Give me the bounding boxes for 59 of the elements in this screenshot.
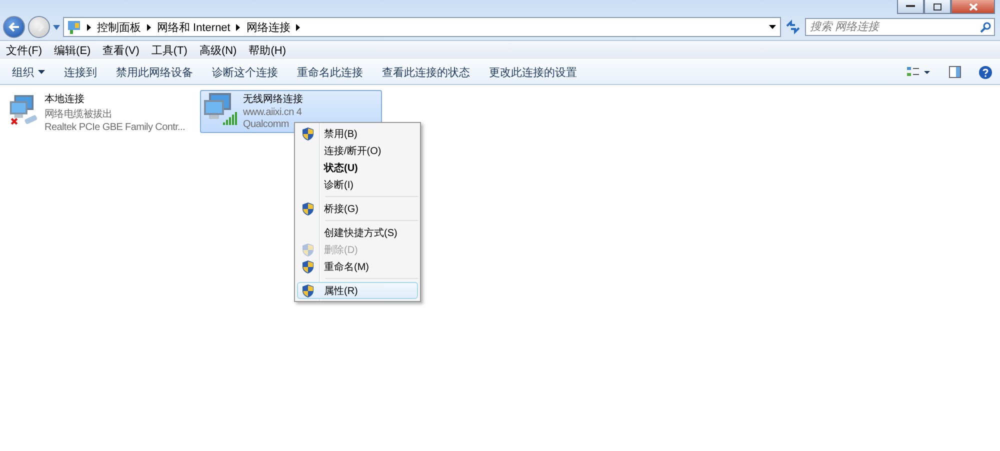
breadcrumb-item[interactable]: 控制面板 xyxy=(97,20,141,34)
toolbar-button[interactable]: 诊断这个连接 xyxy=(206,64,284,80)
shield-icon xyxy=(302,202,314,216)
dropdown-icon[interactable] xyxy=(769,25,776,29)
forward-button[interactable] xyxy=(28,16,50,38)
back-button[interactable] xyxy=(3,16,25,38)
context-menu-item[interactable]: 创建快捷方式(S) xyxy=(297,224,418,241)
shield-icon xyxy=(302,126,314,140)
toolbar-button[interactable]: 禁用此网络设备 xyxy=(110,64,199,80)
search-field[interactable]: 搜索 网络连接 xyxy=(805,18,995,36)
menu-item[interactable]: 帮助(H) xyxy=(248,42,286,58)
shield-icon xyxy=(302,242,314,256)
connection-item[interactable]: 本地连接 网络电缆被拔出 Realtek PCIe GBE Family Contr... xyxy=(6,90,188,133)
chevron-icon[interactable] xyxy=(236,24,240,30)
toolbar-button[interactable]: 重命名此连接 xyxy=(291,64,369,80)
restore-button[interactable] xyxy=(924,0,951,14)
toolbar-button[interactable]: 组织 xyxy=(6,64,51,80)
toolbar-button[interactable]: 查看此连接的状态 xyxy=(376,64,476,80)
context-menu-item[interactable]: 桥接(G) xyxy=(297,200,418,217)
menu-item[interactable]: 高级(N) xyxy=(199,42,237,58)
back-arrow-icon xyxy=(8,22,20,32)
view-options-icon[interactable] xyxy=(907,66,931,78)
forward-arrow-icon xyxy=(33,22,45,32)
chevron-icon[interactable] xyxy=(87,24,91,30)
context-menu-item[interactable]: 连接/断开(O) xyxy=(297,142,418,159)
help-icon[interactable] xyxy=(979,66,992,78)
wireless-network-icon xyxy=(203,92,239,128)
menu-item[interactable]: 查看(V) xyxy=(102,42,140,58)
minimize-icon xyxy=(906,5,915,8)
breadcrumb-item[interactable]: 网络连接 xyxy=(246,20,290,34)
context-menu-item[interactable]: 诊断(I) xyxy=(297,176,418,193)
connection-name: 本地连接 xyxy=(44,92,86,106)
context-menu-item[interactable]: 状态(U) xyxy=(297,159,418,176)
toolbar-button[interactable]: 更改此连接的设置 xyxy=(483,64,583,80)
menu-item[interactable]: 文件(F) xyxy=(6,42,42,58)
menu-item[interactable]: 编辑(E) xyxy=(54,42,91,58)
shield-icon xyxy=(302,284,314,298)
breadcrumb-item[interactable]: 网络和 Internet xyxy=(157,20,230,34)
chevron-icon[interactable] xyxy=(147,24,151,30)
context-menu-item[interactable]: 重命名(M) xyxy=(297,258,418,275)
search-icon xyxy=(980,22,991,33)
menu-item[interactable]: 工具(T) xyxy=(151,42,188,58)
refresh-icon[interactable] xyxy=(784,18,802,36)
restore-icon xyxy=(933,2,942,10)
close-icon xyxy=(968,2,978,10)
address-bar[interactable]: 控制面板 网络和 Internet 网络连接 xyxy=(63,17,781,37)
close-button[interactable] xyxy=(951,0,995,14)
context-menu-item[interactable]: 属性(R) xyxy=(297,282,418,299)
adapter-name: Qualcomm xyxy=(243,119,290,130)
control-panel-icon xyxy=(67,20,81,34)
connection-status: 网络电缆被拔出 xyxy=(44,108,114,121)
toolbar-button[interactable]: 连接到 xyxy=(58,64,103,80)
connection-status: www.aiixi.cn 4 xyxy=(243,107,303,118)
preview-pane-icon[interactable] xyxy=(949,66,961,78)
connection-name: 无线网络连接 xyxy=(243,92,303,106)
chevron-icon[interactable] xyxy=(296,24,300,30)
shield-icon xyxy=(302,260,314,274)
minimize-button[interactable] xyxy=(897,0,924,14)
adapter-name: Realtek PCIe GBE Family Contr... xyxy=(44,122,185,133)
